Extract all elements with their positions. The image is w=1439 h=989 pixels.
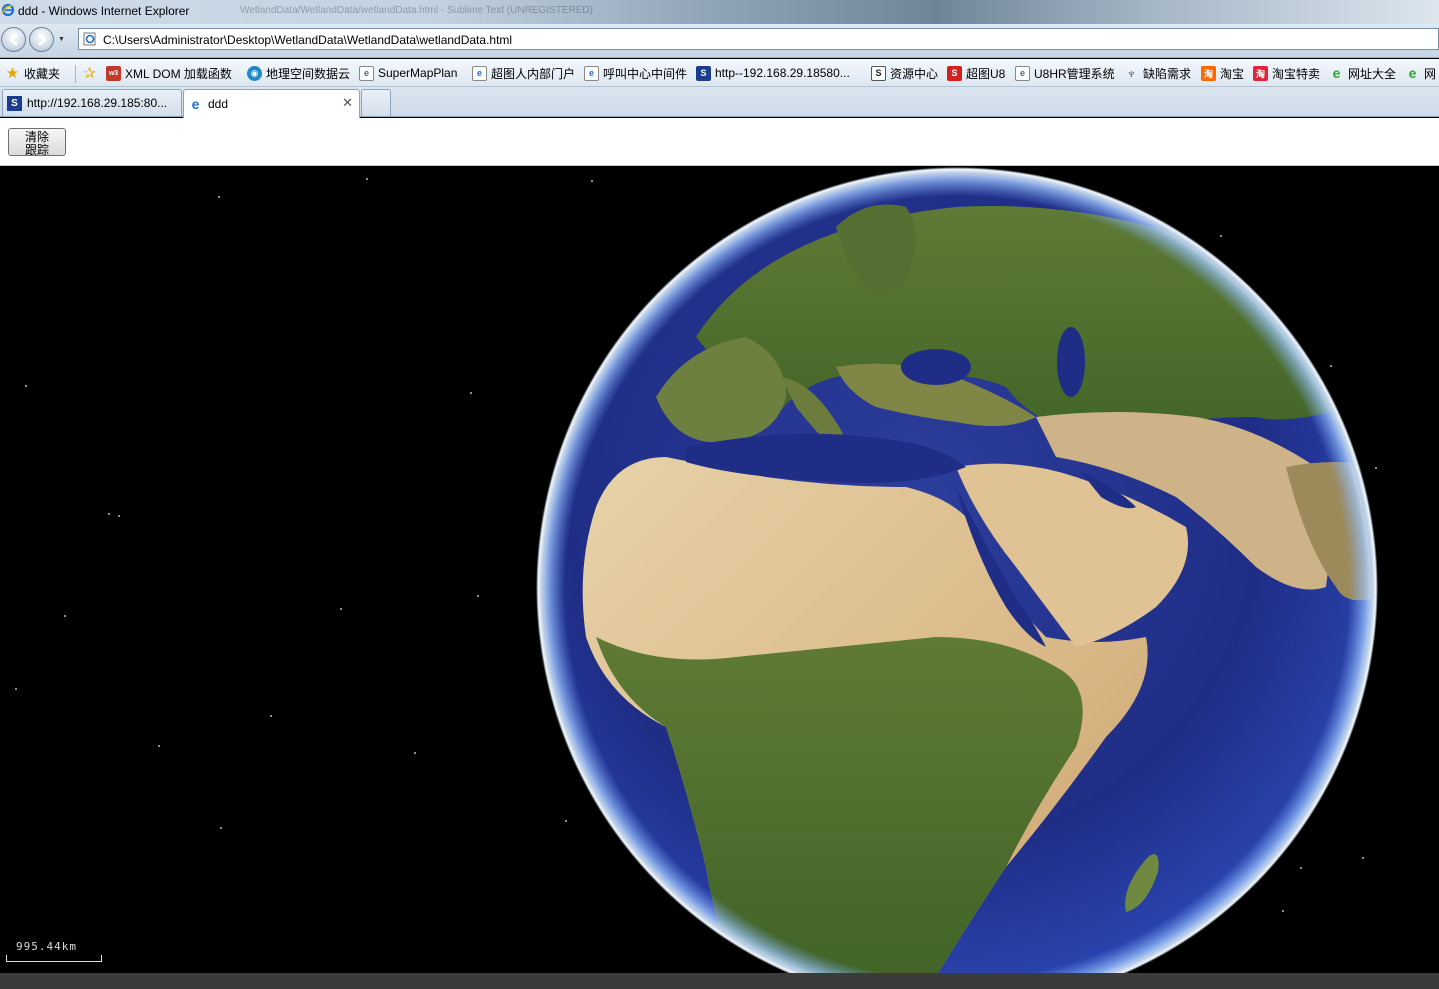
star (470, 392, 472, 394)
ie-logo-icon (1, 3, 15, 17)
ie-page-icon: e (472, 65, 487, 81)
forward-button[interactable] (29, 27, 54, 52)
recent-pages-dropdown-icon[interactable]: ▼ (58, 36, 65, 43)
navigation-bar: ▼ C:\Users\Administrator\Desktop\Wetland… (0, 24, 1439, 58)
add-star-icon: ✰ (83, 65, 96, 82)
tab-http-192[interactable]: S http://192.168.29.185:80... (2, 89, 182, 116)
tab-strip: S http://192.168.29.185:80... e ddd ✕ (0, 87, 1439, 118)
new-tab-button[interactable] (361, 89, 391, 116)
fav-item[interactable]: ♆ 缺陷需求 (1124, 64, 1191, 82)
taobao-icon: 淘 (1253, 65, 1268, 81)
star-icon: ★ (5, 65, 20, 82)
globe-icon: ◉ (247, 65, 262, 81)
star (477, 595, 479, 597)
tab-ddd[interactable]: e ddd ✕ (183, 89, 360, 118)
star (118, 515, 120, 517)
add-favorite-button[interactable]: ✰ (82, 64, 101, 82)
s-logo-icon: S (7, 95, 22, 111)
title-bar: ddd - Windows Internet Explorer WetlandD… (0, 0, 1439, 24)
star (220, 827, 222, 829)
status-bar (0, 973, 1439, 989)
s-logo-icon: S (871, 65, 886, 81)
page-icon (83, 32, 96, 46)
favorites-button[interactable]: ★ 收藏夹 (5, 64, 60, 82)
fav-item[interactable]: ◉ 地理空间数据云 (247, 64, 350, 82)
favorites-separator (75, 65, 76, 83)
ie-page-icon: e (359, 65, 374, 81)
clear-tracking-button[interactable]: 清除跟踪 (8, 128, 66, 156)
background-window-title: WetlandData/WetlandData/wetlandData.html… (240, 5, 593, 16)
forward-arrow-icon (38, 34, 47, 46)
atmosphere-glow (536, 167, 1378, 973)
star (340, 608, 342, 610)
fav-item[interactable]: e SuperMapPlan (359, 64, 457, 82)
scale-bar-line (6, 955, 102, 962)
fav-item[interactable]: 淘 淘宝特卖 (1253, 64, 1320, 82)
address-bar[interactable]: C:\Users\Administrator\Desktop\WetlandDa… (78, 28, 1439, 50)
supermap-icon: S (947, 65, 962, 81)
back-arrow-icon (9, 34, 18, 46)
star (414, 752, 416, 754)
fav-item[interactable]: S 超图U8 (947, 64, 1005, 82)
favorites-bar: ★ 收藏夹 ✰ w3 XML DOM 加载函数 ◉ 地理空间数据云 e Supe… (0, 59, 1439, 87)
ie-page-icon: e (191, 96, 200, 112)
fav-item[interactable]: w3 XML DOM 加载函数 (106, 64, 232, 82)
fav-item[interactable]: e 网 (1405, 64, 1436, 82)
ie-page-icon: e (1015, 65, 1030, 81)
fav-item[interactable]: e 网址大全 (1329, 64, 1396, 82)
star (108, 513, 110, 515)
figure-icon: ♆ (1126, 65, 1137, 81)
green-e-icon: e (1408, 65, 1417, 81)
star (15, 688, 17, 690)
fav-item[interactable]: 淘 淘宝 (1201, 64, 1244, 82)
fav-item[interactable]: e 呼叫中心中间件 (584, 64, 687, 82)
fav-item[interactable]: S http--192.168.29.18580... (696, 64, 850, 82)
w3-icon: w3 (106, 65, 121, 81)
earth-globe[interactable] (536, 167, 1378, 973)
star (64, 615, 66, 617)
green-e-icon: e (1332, 65, 1341, 81)
globe-viewer[interactable]: 995.44km (0, 167, 1439, 973)
back-button[interactable] (1, 27, 26, 52)
s-logo-icon: S (696, 65, 711, 81)
star (270, 715, 272, 717)
fav-item[interactable]: S 资源中心 (871, 64, 938, 82)
star (218, 196, 220, 198)
address-url[interactable]: C:\Users\Administrator\Desktop\WetlandDa… (103, 33, 512, 47)
scale-label: 995.44km (16, 940, 77, 953)
star (25, 385, 27, 387)
ie-page-icon: e (584, 65, 599, 81)
fav-item[interactable]: e U8HR管理系统 (1015, 64, 1115, 82)
fav-item[interactable]: e 超图人内部门户 (472, 64, 575, 82)
window-title: ddd - Windows Internet Explorer (18, 4, 190, 18)
star (366, 178, 368, 180)
close-tab-icon[interactable]: ✕ (342, 95, 353, 111)
taobao-icon: 淘 (1201, 65, 1216, 81)
page-toolbar: 清除跟踪 (0, 118, 1439, 166)
star (158, 745, 160, 747)
